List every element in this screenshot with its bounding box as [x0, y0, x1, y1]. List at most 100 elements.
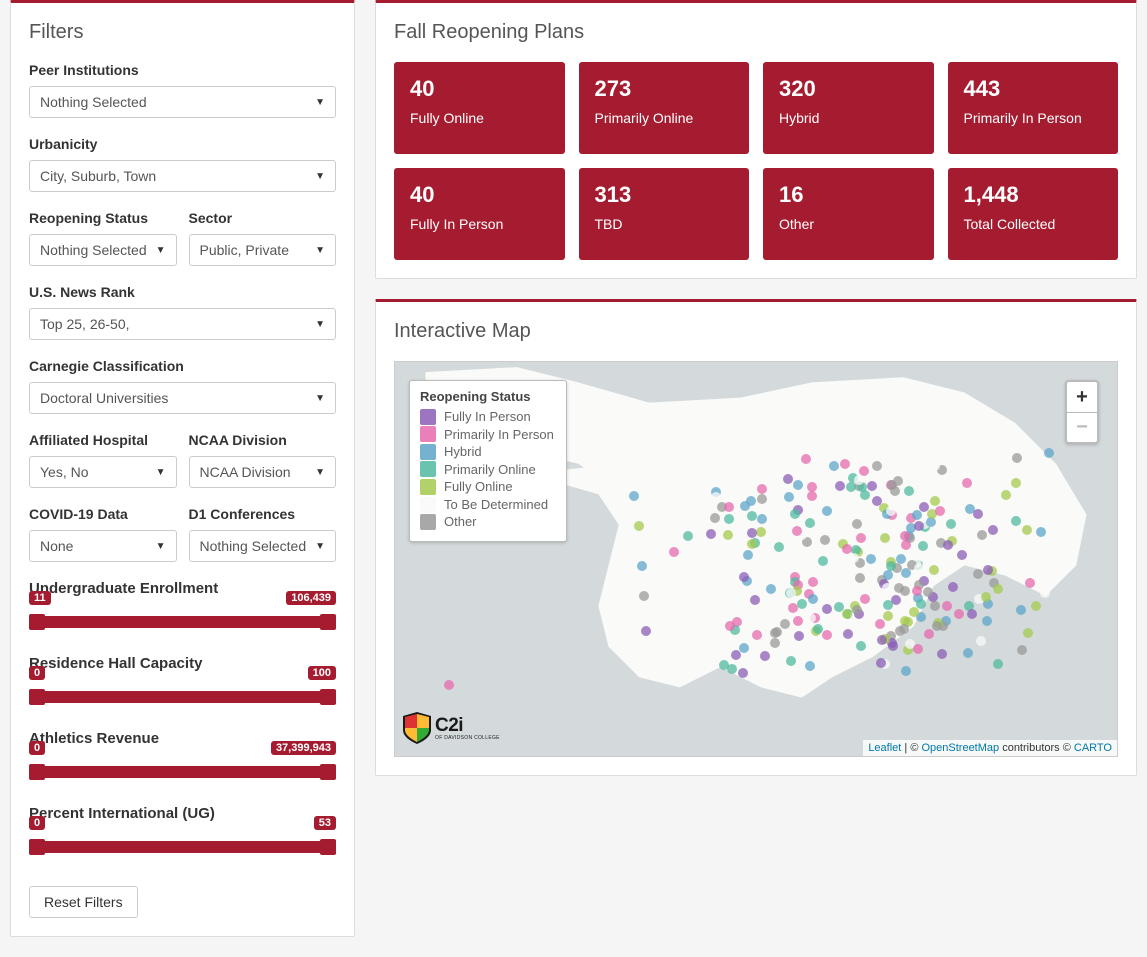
map-title: Interactive Map [394, 320, 1118, 343]
filters-panel: Filters Peer Institutions Nothing Select… [10, 0, 355, 937]
legend-swatch [420, 497, 436, 513]
slider-min-badge: 11 [29, 591, 51, 605]
filter-label: Peer Institutions [29, 62, 336, 78]
map-zoom-control: + − [1065, 380, 1099, 444]
carto-link[interactable]: CARTO [1074, 742, 1112, 754]
stat-card[interactable]: 313 TBD [579, 168, 750, 260]
filter-label: COVID-19 Data [29, 506, 177, 522]
caret-down-icon: ▼ [315, 541, 325, 552]
filter-dropdown-0[interactable]: Nothing Selected ▼ [29, 86, 336, 118]
interactive-map[interactable]: Reopening Status Fully In Person Primaril… [394, 361, 1118, 757]
slider-handle-max[interactable] [320, 764, 336, 780]
stat-number: 40 [410, 182, 549, 208]
filter-dropdown-5[interactable]: Doctoral Universities ▼ [29, 382, 336, 414]
filters-title: Filters [29, 21, 336, 44]
legend-swatch [420, 461, 436, 477]
legend-title: Reopening Status [420, 389, 554, 404]
stat-card[interactable]: 1,448 Total Collected [948, 168, 1119, 260]
filter-dropdown-4[interactable]: Top 25, 26-50, ▼ [29, 308, 336, 340]
slider-handle-min[interactable] [29, 839, 45, 855]
stat-number: 40 [410, 76, 549, 102]
legend-swatch [420, 444, 436, 460]
leaflet-link[interactable]: Leaflet [868, 742, 901, 754]
osm-link[interactable]: OpenStreetMap [921, 742, 999, 754]
caret-down-icon: ▼ [315, 245, 325, 256]
stat-label: Primarily Online [595, 110, 734, 126]
filter-label: Sector [189, 210, 337, 226]
dropdown-value: City, Suburb, Town [40, 168, 156, 184]
filter-label: Reopening Status [29, 210, 177, 226]
stat-label: TBD [595, 216, 734, 232]
stat-card[interactable]: 40 Fully Online [394, 62, 565, 154]
slider-min-badge: 0 [29, 741, 45, 755]
stat-number: 313 [595, 182, 734, 208]
stat-card[interactable]: 40 Fully In Person [394, 168, 565, 260]
legend-swatch [420, 479, 436, 495]
caret-down-icon: ▼ [315, 97, 325, 108]
slider-min-badge: 0 [29, 666, 45, 680]
filter-label: U.S. News Rank [29, 284, 336, 300]
dropdown-value: Public, Private [200, 242, 289, 258]
slider-handle-max[interactable] [320, 689, 336, 705]
range-slider-1[interactable]: 0 100 [29, 686, 336, 708]
dropdown-value: Yes, No [40, 464, 89, 480]
legend-item: Hybrid [420, 443, 554, 461]
range-slider-3[interactable]: 0 53 [29, 836, 336, 858]
filter-dropdown-7[interactable]: NCAA Division ▼ [189, 456, 337, 488]
map-panel: Interactive Map Reopening Status Fully I… [375, 299, 1137, 776]
caret-down-icon: ▼ [156, 541, 166, 552]
filter-label: Affiliated Hospital [29, 432, 177, 448]
legend-item: Primarily Online [420, 461, 554, 479]
stat-card[interactable]: 443 Primarily In Person [948, 62, 1119, 154]
slider-max-badge: 100 [308, 666, 336, 680]
caret-down-icon: ▼ [156, 467, 166, 478]
stat-number: 16 [779, 182, 918, 208]
slider-label: Residence Hall Capacity [29, 655, 336, 672]
stat-card[interactable]: 16 Other [763, 168, 934, 260]
dropdown-value: NCAA Division [200, 464, 291, 480]
filter-label: Urbanicity [29, 136, 336, 152]
slider-handle-max[interactable] [320, 614, 336, 630]
zoom-out-button[interactable]: − [1067, 412, 1097, 442]
stat-number: 1,448 [964, 182, 1103, 208]
filter-label: D1 Conferences [189, 506, 337, 522]
slider-handle-max[interactable] [320, 839, 336, 855]
legend-item: Fully Online [420, 478, 554, 496]
dropdown-value: None [40, 538, 73, 554]
dropdown-value: Nothing Selected [40, 94, 147, 110]
range-slider-2[interactable]: 0 37,399,943 [29, 761, 336, 783]
legend-swatch [420, 409, 436, 425]
slider-handle-min[interactable] [29, 614, 45, 630]
slider-max-badge: 37,399,943 [271, 741, 336, 755]
filter-dropdown-6[interactable]: Yes, No ▼ [29, 456, 177, 488]
filter-dropdown-8[interactable]: None ▼ [29, 530, 177, 562]
stat-card[interactable]: 273 Primarily Online [579, 62, 750, 154]
legend-item: Fully In Person [420, 408, 554, 426]
stats-panel: Fall Reopening Plans 40 Fully Online273 … [375, 0, 1137, 279]
legend-item: Other [420, 513, 554, 531]
filter-dropdown-2[interactable]: Nothing Selected ▼ [29, 234, 177, 266]
slider-min-badge: 0 [29, 816, 45, 830]
dropdown-value: Nothing Selected [200, 538, 307, 554]
stat-label: Hybrid [779, 110, 918, 126]
stat-label: Fully Online [410, 110, 549, 126]
reset-filters-button[interactable]: Reset Filters [29, 886, 138, 918]
range-slider-0[interactable]: 11 106,439 [29, 611, 336, 633]
legend-swatch [420, 426, 436, 442]
slider-max-badge: 53 [314, 816, 336, 830]
filter-dropdown-3[interactable]: Public, Private ▼ [189, 234, 337, 266]
filter-dropdown-1[interactable]: City, Suburb, Town ▼ [29, 160, 336, 192]
legend-item: To Be Determined [420, 496, 554, 514]
dropdown-value: Doctoral Universities [40, 390, 168, 406]
filter-dropdown-9[interactable]: Nothing Selected ▼ [189, 530, 337, 562]
zoom-in-button[interactable]: + [1067, 382, 1097, 412]
stat-number: 320 [779, 76, 918, 102]
caret-down-icon: ▼ [315, 393, 325, 404]
caret-down-icon: ▼ [315, 171, 325, 182]
stat-label: Fully In Person [410, 216, 549, 232]
caret-down-icon: ▼ [315, 467, 325, 478]
dropdown-value: Nothing Selected [40, 242, 147, 258]
slider-handle-min[interactable] [29, 764, 45, 780]
slider-handle-min[interactable] [29, 689, 45, 705]
stat-card[interactable]: 320 Hybrid [763, 62, 934, 154]
